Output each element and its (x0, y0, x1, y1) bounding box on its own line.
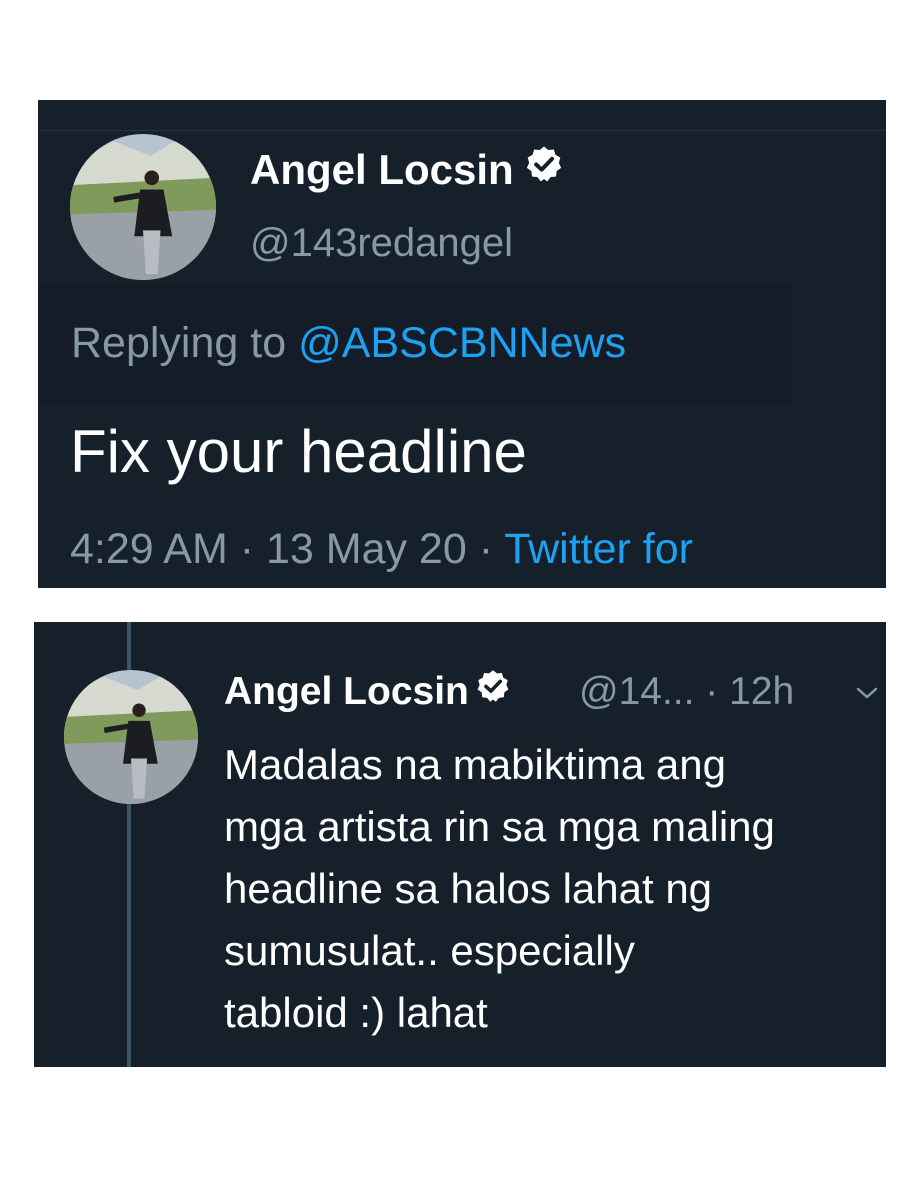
display-name-text: Angel Locsin (224, 670, 469, 713)
handle[interactable]: @143redangel (250, 218, 513, 268)
tweet-text: Fix your headline (70, 418, 527, 485)
tweet-screenshot-main: Angel Locsin @143redangel Replying to @A… (38, 100, 886, 588)
tweet-text-line: sumusulat.. especially (224, 927, 635, 974)
tweet-meta: 4:29 AM · 13 May 20 · Twitter for (70, 522, 693, 576)
verified-badge-icon (524, 144, 564, 196)
avatar-photo (70, 134, 216, 280)
tweet-source-link[interactable]: Twitter for (504, 525, 693, 573)
tweet-text: Madalas na mabiktima ang mga artista rin… (224, 734, 884, 1044)
verified-badge-icon (475, 668, 511, 716)
replying-to-label: Replying to (71, 319, 299, 367)
tweet-text-line: Madalas na mabiktima ang (224, 741, 726, 788)
avatar[interactable] (70, 134, 216, 280)
tweet-text-line: tabloid :) lahat (224, 989, 488, 1036)
tweet-timestamp[interactable]: 4:29 AM · 13 May 20 · (70, 525, 504, 573)
tweet-screenshot-thread: Angel Locsin @14... · 12h Madalas na mab… (34, 622, 886, 1067)
handle-and-time[interactable]: @14... · 12h (579, 668, 794, 716)
display-name-text: Angel Locsin (250, 146, 514, 193)
top-divider (38, 100, 886, 131)
display-name[interactable]: Angel Locsin (224, 668, 511, 716)
display-name[interactable]: Angel Locsin (250, 144, 564, 196)
replying-to: Replying to @ABSCBNNews (71, 316, 626, 370)
mention-link[interactable]: @ABSCBNNews (298, 319, 626, 367)
tweet-text-line: headline sa halos lahat ng (224, 865, 713, 912)
avatar[interactable] (64, 670, 198, 804)
tweet-text-line: mga artista rin sa mga maling (224, 803, 775, 850)
avatar-photo (64, 670, 198, 804)
chevron-down-icon[interactable] (856, 686, 878, 700)
